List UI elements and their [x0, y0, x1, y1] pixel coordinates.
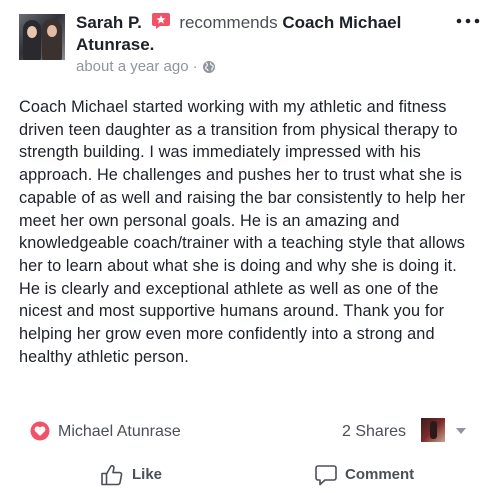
- comment-bubble-icon: [315, 464, 337, 485]
- stats-page-name[interactable]: Michael Atunrase: [58, 422, 181, 442]
- meta-separator: ·: [192, 58, 198, 75]
- globe-icon: [202, 61, 215, 73]
- comment-button[interactable]: Comment: [315, 456, 414, 493]
- post-header: Sarah P. recommends Coach Michael Atunra…: [76, 12, 446, 56]
- avatar-face-1: [27, 26, 37, 38]
- post-timestamp[interactable]: about a year ago: [76, 58, 189, 75]
- avatar-face-2: [47, 25, 57, 37]
- sharer-avatar[interactable]: [421, 418, 445, 442]
- like-label: Like: [132, 466, 163, 483]
- more-horizontal-icon[interactable]: [456, 16, 480, 26]
- recommend-text: recommends: [179, 13, 278, 32]
- post-actions-bar: Like Comment: [0, 456, 500, 493]
- author-name[interactable]: Sarah P.: [76, 13, 142, 32]
- post-stats-bar: Michael Atunrase 2 Shares: [30, 418, 470, 446]
- author-avatar[interactable]: [19, 14, 65, 60]
- shares-count[interactable]: 2 Shares: [342, 422, 406, 442]
- recommend-star-icon: [151, 13, 170, 29]
- thumbs-up-icon: [101, 464, 123, 485]
- like-button[interactable]: Like: [100, 456, 162, 493]
- review-text: Coach Michael started working with my at…: [19, 98, 466, 366]
- post-meta: about a year ago ·: [76, 57, 216, 77]
- caret-down-icon[interactable]: [455, 427, 467, 435]
- comment-label: Comment: [345, 466, 415, 483]
- sharer-avatar-figure: [430, 421, 437, 439]
- heart-icon: [30, 421, 50, 441]
